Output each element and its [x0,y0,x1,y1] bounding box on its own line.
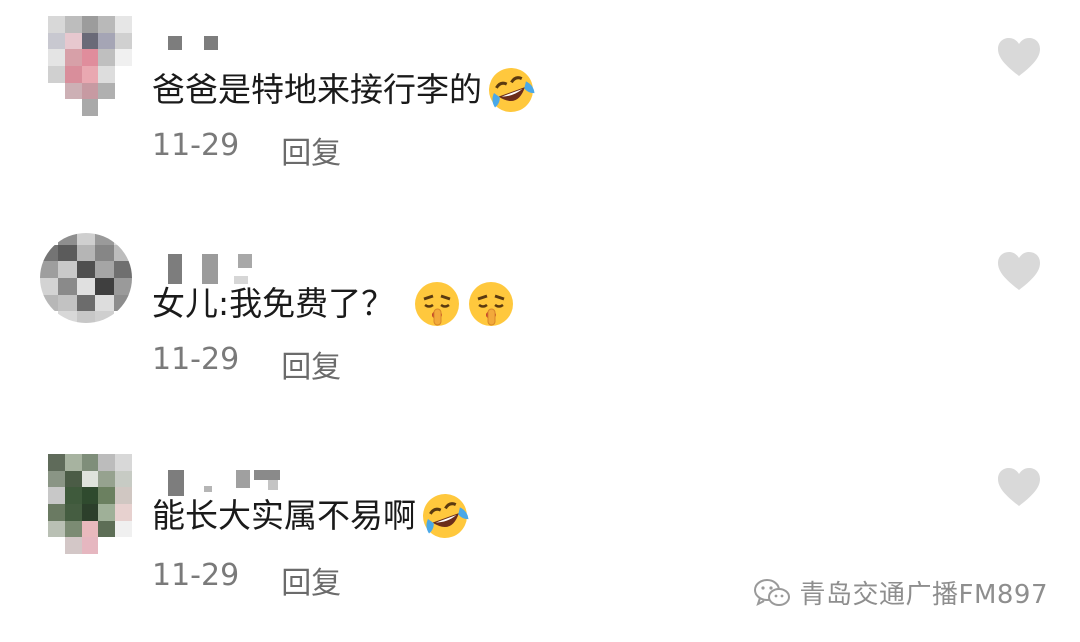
avatar[interactable] [48,454,132,554]
comment-content: 女儿:我免费了？ [152,276,516,332]
heart-icon[interactable] [996,466,1042,508]
reply-button[interactable]: 回复 [281,558,341,602]
heart-icon[interactable] [996,36,1042,78]
comment-date: 11-29 [152,128,240,163]
avatar[interactable] [40,233,132,323]
comment-text: 女儿:我免费了？ [152,284,395,323]
comment-item: 女儿:我免费了？ 11-29 回复 [0,214,1080,424]
comment-date: 11-29 [152,558,240,593]
comment-text: 爸爸是特地来接行李的 [152,70,482,109]
comment-item: 爸爸是特地来接行李的 11-29 回复 [0,0,1080,210]
reply-button[interactable]: 回复 [281,342,341,386]
avatar[interactable] [48,16,132,116]
comment-meta: 11-29 回复 [152,128,341,172]
rofl-emoji [489,68,535,112]
comment-text: 能长大实属不易啊 [152,496,416,535]
comment-content: 能长大实属不易啊 [152,488,470,544]
comment-meta: 11-29 回复 [152,342,341,386]
watermark: 青岛交通广播FM897 [753,574,1048,611]
rofl-emoji [423,494,469,538]
wechat-icon [754,578,791,606]
heart-icon[interactable] [996,250,1042,292]
reply-button[interactable]: 回复 [281,128,341,172]
comment-meta: 11-29 回复 [152,558,341,602]
comment-date: 11-29 [152,342,240,377]
shushing-face-emoji [469,282,514,326]
shushing-face-emoji [415,282,460,326]
watermark-text: 青岛交通广播FM897 [799,580,1048,610]
comment-content: 爸爸是特地来接行李的 [152,62,536,118]
